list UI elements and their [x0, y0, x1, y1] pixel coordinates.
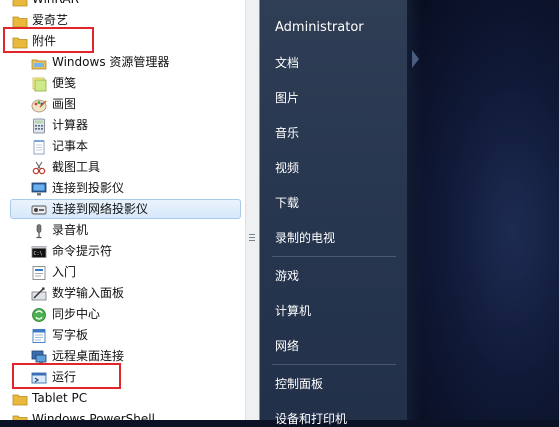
- flyout-arrow-icon: [412, 50, 419, 68]
- documents-link[interactable]: 文档: [275, 55, 299, 71]
- program-item-snipping-tool[interactable]: 截图工具: [0, 157, 241, 178]
- explorer-icon: [31, 59, 47, 70]
- program-item-command-prompt[interactable]: C:\ 命令提示符: [0, 241, 241, 262]
- program-item-getting-started[interactable]: 入门: [0, 262, 241, 283]
- computer-link[interactable]: 计算机: [275, 303, 311, 319]
- places-separator: [272, 364, 396, 365]
- folder-icon: [12, 0, 28, 7]
- paint-icon: [31, 99, 47, 113]
- pictures-link[interactable]: 图片: [275, 90, 299, 106]
- math-input-icon: [31, 287, 47, 301]
- programs-list: WinRAR 爱奇艺 附件 Windows 资源管理器 便笺 画图 计算器 记事…: [0, 0, 245, 420]
- start-menu-right-pane: Administrator 文档 图片 音乐 视频 下载 录制的电视 游戏 计算…: [259, 0, 407, 426]
- sticky-notes-icon: [32, 77, 47, 92]
- places-separator: [272, 256, 396, 257]
- wordpad-icon: [32, 329, 46, 343]
- highlight-box-run: [12, 363, 121, 389]
- snipping-tool-icon: [32, 161, 46, 175]
- program-item-winrar[interactable]: WinRAR: [0, 0, 241, 10]
- programs-scrollbar[interactable]: [245, 0, 259, 420]
- program-item-connect-network-projector[interactable]: 连接到网络投影仪: [0, 199, 241, 220]
- games-link[interactable]: 游戏: [275, 268, 299, 284]
- notepad-icon: [33, 140, 45, 155]
- calculator-icon: [33, 118, 45, 134]
- sync-center-icon: [32, 308, 46, 322]
- downloads-link[interactable]: 下载: [275, 195, 299, 211]
- highlight-box-accessories: [3, 27, 94, 53]
- program-item-sound-recorder[interactable]: 录音机: [0, 220, 241, 241]
- program-item-paint[interactable]: 画图: [0, 94, 241, 115]
- recorded-tv-link[interactable]: 录制的电视: [275, 230, 335, 246]
- control-panel-link[interactable]: 控制面板: [275, 376, 323, 392]
- microphone-icon: [36, 224, 42, 239]
- program-item-math-input-panel[interactable]: 数学输入面板: [0, 283, 241, 304]
- folder-icon: [12, 415, 28, 420]
- program-item-wordpad[interactable]: 写字板: [0, 325, 241, 346]
- user-name-link[interactable]: Administrator: [275, 20, 364, 36]
- network-projector-icon: [31, 205, 47, 215]
- command-prompt-icon: C:\: [31, 246, 47, 258]
- scrollbar-grip[interactable]: [249, 234, 255, 242]
- videos-link[interactable]: 视频: [275, 160, 299, 176]
- projector-icon: [31, 182, 47, 196]
- svg-text:C:\: C:\: [34, 251, 43, 257]
- program-item-sync-center[interactable]: 同步中心: [0, 304, 241, 325]
- program-item-tablet-pc[interactable]: Tablet PC: [0, 388, 241, 409]
- devices-printers-link[interactable]: 设备和打印机: [275, 411, 347, 427]
- desktop-background: [407, 0, 559, 420]
- program-item-sticky-notes[interactable]: 便笺: [0, 73, 241, 94]
- program-item-connect-projector[interactable]: 连接到投影仪: [0, 178, 241, 199]
- getting-started-icon: [32, 266, 46, 280]
- program-item-windows-explorer[interactable]: Windows 资源管理器: [0, 52, 241, 73]
- program-item-windows-powershell[interactable]: Windows PowerShell: [0, 409, 241, 420]
- music-link[interactable]: 音乐: [275, 125, 299, 141]
- program-item-notepad[interactable]: 记事本: [0, 136, 241, 157]
- folder-icon: [12, 394, 28, 406]
- program-item-calculator[interactable]: 计算器: [0, 115, 241, 136]
- network-link[interactable]: 网络: [275, 338, 299, 354]
